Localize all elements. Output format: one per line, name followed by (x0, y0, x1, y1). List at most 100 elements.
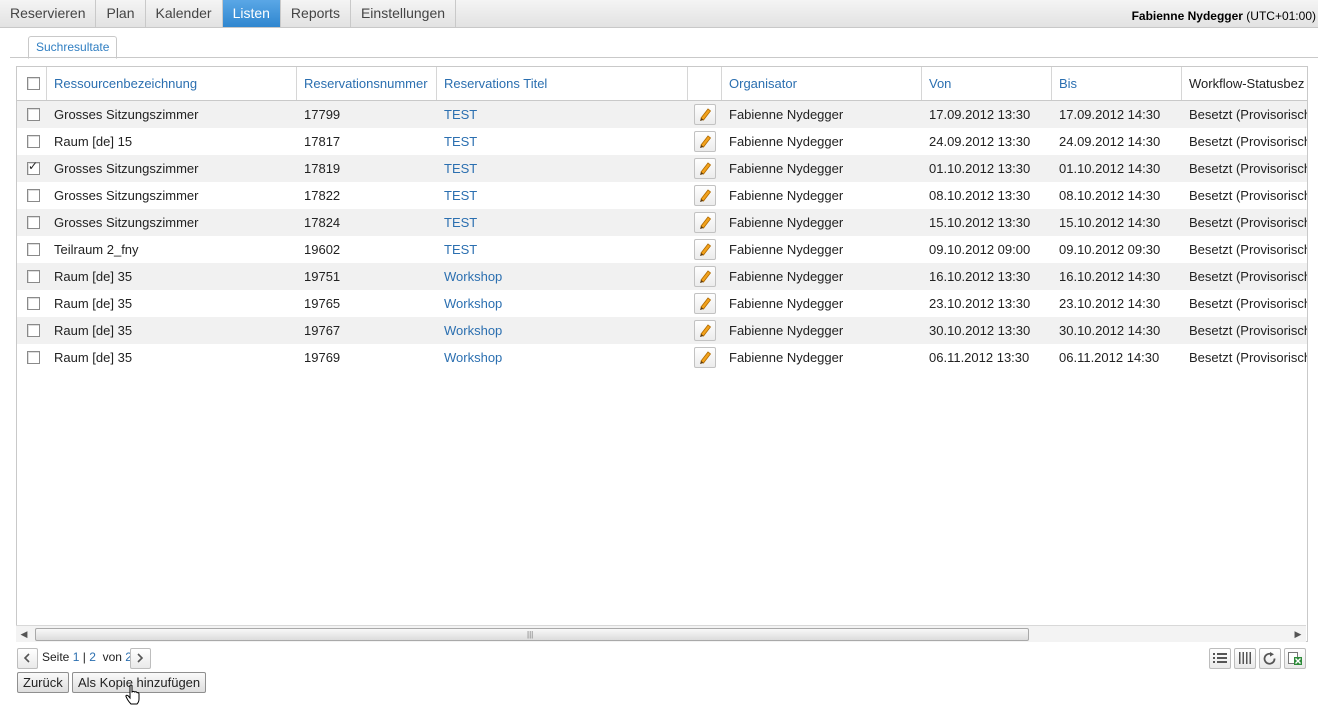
to-cell: 08.10.2012 14:30 (1059, 188, 1161, 203)
refresh-button[interactable] (1259, 648, 1281, 669)
title-link[interactable]: TEST (437, 128, 688, 155)
edit-button[interactable] (694, 347, 716, 368)
row-checkbox[interactable] (27, 189, 40, 202)
edit-button[interactable] (694, 185, 716, 206)
prev-page-button[interactable] (17, 648, 38, 669)
col-ressourcenbezeichnung-header[interactable]: Ressourcenbezeichnung (47, 67, 297, 100)
row-checkbox[interactable] (27, 243, 40, 256)
table-row[interactable]: Raum [de] 35 19767 Workshop Fabienne Nydegg… (17, 317, 1307, 344)
page-link-2[interactable]: 2 (89, 650, 96, 664)
nav-item-plan[interactable]: Plan (96, 0, 146, 27)
edit-button[interactable] (694, 131, 716, 152)
results-grid: Ressourcenbezeichnung Reservationsnummer R… (16, 66, 1308, 642)
of-label: von (102, 650, 122, 664)
resource-cell: Grosses Sitzungszimmer (54, 107, 199, 122)
refresh-icon (1263, 652, 1276, 665)
table-row[interactable]: Teilraum 2_fny 19602 TEST Fabienne Nydegger… (17, 236, 1307, 263)
tab-suchresultate[interactable]: Suchresultate (28, 36, 118, 59)
title-link[interactable]: TEST (437, 155, 688, 182)
table-row[interactable]: Grosses Sitzungszimmer 17822 TEST Fabienne … (17, 182, 1307, 209)
number-cell: 19602 (304, 242, 341, 257)
scrollbar-thumb[interactable]: ||| (35, 628, 1029, 641)
grip-icon: ||| (527, 630, 534, 639)
pencil-icon (700, 135, 712, 148)
scroll-left-icon[interactable]: ◀ (16, 626, 32, 642)
number-cell: 17819 (304, 161, 341, 176)
title-link[interactable]: TEST (437, 209, 688, 236)
resource-cell: Grosses Sitzungszimmer (54, 215, 199, 230)
hand-cursor-icon (125, 684, 140, 705)
pencil-icon (700, 324, 712, 337)
col-bis-header[interactable]: Bis (1052, 67, 1182, 100)
nav-item-kalender[interactable]: Kalender (146, 0, 223, 27)
from-cell: 09.10.2012 09:00 (929, 242, 1031, 257)
edit-button[interactable] (694, 239, 716, 260)
from-cell: 24.09.2012 13:30 (929, 134, 1031, 149)
table-row[interactable]: Raum [de] 15 17817 TEST Fabienne Nydegger 24… (17, 128, 1307, 155)
nav-item-einstellungen[interactable]: Einstellungen (351, 0, 457, 27)
status-cell: Besetzt (Provisorisch (1189, 323, 1307, 338)
resource-cell: Raum [de] 35 (54, 269, 133, 284)
title-link[interactable]: Workshop (437, 344, 688, 371)
table-row[interactable]: Raum [de] 35 19769 Workshop Fabienne Nydegg… (17, 344, 1307, 371)
scroll-right-icon[interactable]: ▶ (1290, 626, 1306, 642)
nav-item-reservieren[interactable]: Reservieren (0, 0, 97, 27)
pencil-icon (700, 351, 712, 364)
status-cell: Besetzt (Provisorisch (1189, 350, 1307, 365)
row-checkbox[interactable] (27, 159, 40, 175)
organizer-cell: Fabienne Nydegger (729, 269, 844, 284)
col-workflow-status-header[interactable]: Workflow-Statusbez (1182, 67, 1307, 100)
title-link[interactable]: TEST (437, 101, 688, 128)
organizer-cell: Fabienne Nydegger (729, 296, 844, 311)
next-page-button[interactable] (130, 648, 151, 669)
edit-button[interactable] (694, 212, 716, 233)
excel-export-button[interactable] (1284, 648, 1306, 669)
edit-button[interactable] (694, 266, 716, 287)
col-von-header[interactable]: Von (922, 67, 1052, 100)
select-all-checkbox[interactable] (27, 77, 40, 90)
row-checkbox[interactable] (27, 216, 40, 229)
row-checkbox[interactable] (27, 270, 40, 283)
title-link[interactable]: Workshop (437, 317, 688, 344)
page-separator: | (82, 650, 86, 664)
tab-divider (10, 57, 1318, 58)
from-cell: 30.10.2012 13:30 (929, 323, 1031, 338)
col-reservations-titel-header[interactable]: Reservations Titel (437, 67, 688, 100)
user-timezone: (UTC+01:00) (1246, 9, 1316, 23)
edit-button[interactable] (694, 293, 716, 314)
from-cell: 17.09.2012 13:30 (929, 107, 1031, 122)
pencil-icon (700, 270, 712, 283)
columns-button[interactable] (1234, 648, 1256, 669)
title-link[interactable]: Workshop (437, 290, 688, 317)
page-link-current[interactable]: 1 (73, 650, 80, 664)
status-cell: Besetzt (Provisorisch (1189, 107, 1307, 122)
row-checkbox[interactable] (27, 351, 40, 364)
col-edit-header (688, 67, 722, 100)
title-link[interactable]: TEST (437, 182, 688, 209)
table-row[interactable]: Raum [de] 35 19751 Workshop Fabienne Nydegg… (17, 263, 1307, 290)
table-row[interactable]: Grosses Sitzungszimmer 17799 TEST Fabienne … (17, 101, 1307, 128)
title-link[interactable]: TEST (437, 236, 688, 263)
number-cell: 19769 (304, 350, 341, 365)
nav-item-listen[interactable]: Listen (222, 0, 281, 27)
row-checkbox[interactable] (27, 297, 40, 310)
list-view-button[interactable] (1209, 648, 1231, 669)
col-reservationsnummer-header[interactable]: Reservationsnummer (297, 67, 437, 100)
title-link[interactable]: Workshop (437, 263, 688, 290)
to-cell: 24.09.2012 14:30 (1059, 134, 1161, 149)
row-checkbox[interactable] (27, 135, 40, 148)
back-button[interactable]: Zurück (17, 672, 69, 693)
edit-button[interactable] (694, 320, 716, 341)
row-checkbox[interactable] (27, 324, 40, 337)
col-organisator-header[interactable]: Organisator (722, 67, 922, 100)
nav-item-reports[interactable]: Reports (281, 0, 351, 27)
table-row[interactable]: Grosses Sitzungszimmer 17819 TEST Fabienne … (17, 155, 1307, 182)
edit-button[interactable] (694, 104, 716, 125)
number-cell: 19765 (304, 296, 341, 311)
edit-button[interactable] (694, 158, 716, 179)
row-checkbox[interactable] (27, 108, 40, 121)
from-cell: 06.11.2012 13:30 (929, 350, 1030, 365)
table-row[interactable]: Raum [de] 35 19765 Workshop Fabienne Nydegg… (17, 290, 1307, 317)
horizontal-scrollbar[interactable]: ◀ ||| ▶ (16, 625, 1306, 642)
table-row[interactable]: Grosses Sitzungszimmer 17824 TEST Fabienne … (17, 209, 1307, 236)
